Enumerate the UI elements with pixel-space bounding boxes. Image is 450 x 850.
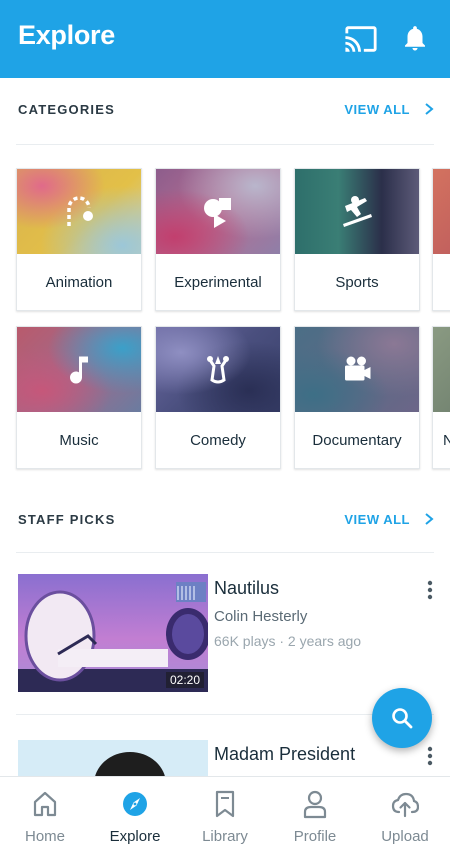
- staff-picks-label: STAFF PICKS: [18, 512, 116, 527]
- nav-item-profile[interactable]: Profile: [270, 777, 360, 850]
- category-thumbnail: [17, 169, 141, 254]
- video-artwork: [95, 752, 165, 776]
- category-card-experimental[interactable]: Experimental: [155, 168, 281, 311]
- divider: [16, 144, 434, 145]
- category-label: Experimental: [174, 274, 262, 291]
- categories-header: CATEGORIES VIEW ALL: [0, 90, 450, 130]
- nav-label: Library: [202, 828, 248, 845]
- category-thumbnail: [156, 169, 280, 254]
- nav-label: Profile: [293, 828, 337, 845]
- bell-icon[interactable]: [400, 22, 434, 56]
- staff-picks-header: STAFF PICKS VIEW ALL: [0, 500, 450, 540]
- cast-icon[interactable]: [344, 22, 378, 56]
- nav-item-library[interactable]: Library: [180, 777, 270, 850]
- chevron-right-icon[interactable]: [422, 99, 436, 119]
- video-thumbnail[interactable]: [18, 740, 208, 776]
- nav-item-upload[interactable]: Upload: [360, 777, 450, 850]
- category-card-partial[interactable]: [432, 168, 450, 311]
- experimental-icon: [204, 197, 231, 228]
- category-label: [433, 254, 450, 310]
- category-thumbnail: [156, 327, 280, 412]
- video-list-item[interactable]: Madam President: [0, 740, 450, 776]
- more-vert-icon[interactable]: [420, 578, 440, 602]
- comedy-icon: [207, 355, 229, 383]
- video-stats: 66K plays · 2 years ago: [214, 633, 362, 649]
- category-card-music[interactable]: Music: [16, 326, 142, 469]
- video-duration: 02:20: [165, 672, 204, 688]
- bookmark-icon: [215, 790, 235, 818]
- category-label: N: [433, 412, 450, 468]
- animation-icon: [67, 195, 93, 226]
- sports-icon: [343, 195, 372, 227]
- category-thumbnail: [295, 169, 419, 254]
- search-icon: [392, 708, 413, 729]
- nav-label: Upload: [381, 828, 429, 845]
- categories-label: CATEGORIES: [18, 102, 115, 117]
- category-label: Comedy: [190, 432, 246, 449]
- category-card-animation[interactable]: Animation: [16, 168, 142, 311]
- video-title[interactable]: Madam President: [214, 744, 355, 765]
- categories-view-all-link[interactable]: VIEW ALL: [344, 102, 410, 117]
- category-card-partial[interactable]: N: [432, 326, 450, 469]
- category-thumbnail: [295, 327, 419, 412]
- category-label: Documentary: [312, 432, 402, 449]
- music-note-icon: [70, 356, 88, 383]
- category-label: Sports: [335, 274, 379, 291]
- category-card-comedy[interactable]: Comedy: [155, 326, 281, 469]
- category-label: Music: [59, 432, 99, 449]
- category-card-documentary[interactable]: Documentary: [294, 326, 420, 469]
- person-icon: [303, 790, 327, 819]
- bottom-navigation: Home Explore Library Profile Upload: [0, 776, 450, 850]
- nav-label: Explore: [109, 828, 161, 845]
- cloud-upload-icon: [391, 792, 419, 818]
- video-thumbnail[interactable]: 02:20: [18, 574, 208, 692]
- divider: [16, 552, 434, 553]
- page-title: Explore: [18, 20, 115, 50]
- more-vert-icon[interactable]: [420, 744, 440, 768]
- nav-item-home[interactable]: Home: [0, 777, 90, 850]
- search-fab-button[interactable]: [372, 688, 432, 748]
- chevron-right-icon[interactable]: [422, 509, 436, 529]
- category-thumbnail: [17, 327, 141, 412]
- category-thumbnail: [433, 169, 450, 254]
- category-label: Animation: [45, 274, 113, 291]
- nav-item-explore[interactable]: Explore: [90, 777, 180, 850]
- compass-icon: [123, 792, 147, 816]
- video-author[interactable]: Colin Hesterly: [214, 608, 307, 625]
- staff-picks-view-all-link[interactable]: VIEW ALL: [344, 512, 410, 527]
- nav-label: Home: [24, 828, 65, 845]
- video-title[interactable]: Nautilus: [214, 578, 279, 599]
- home-icon: [33, 791, 57, 817]
- category-thumbnail: [433, 327, 450, 412]
- app-bar: Explore: [0, 0, 450, 78]
- category-card-sports[interactable]: Sports: [294, 168, 420, 311]
- categories-grid: Animation Experimental Sports Music Come…: [0, 160, 450, 500]
- camera-icon: [345, 356, 371, 380]
